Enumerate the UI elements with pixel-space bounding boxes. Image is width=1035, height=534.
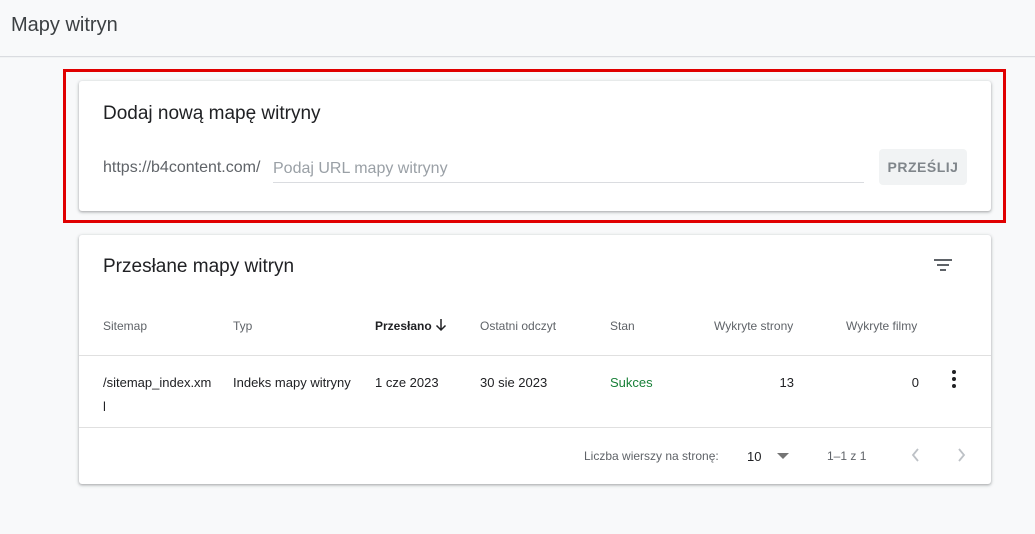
column-header-type[interactable]: Typ bbox=[233, 319, 252, 333]
cell-type: Indeks mapy witryny bbox=[233, 375, 351, 390]
url-prefix: https://b4content.com/ bbox=[103, 159, 261, 176]
pagination-range: 1–1 z 1 bbox=[827, 449, 867, 463]
column-header-pages[interactable]: Wykryte strony bbox=[714, 319, 793, 333]
filter-icon[interactable] bbox=[932, 256, 954, 274]
cell-status: Sukces bbox=[610, 375, 653, 390]
cell-pages: 13 bbox=[779, 375, 794, 390]
column-header-last-read[interactable]: Ostatni odczyt bbox=[480, 319, 556, 333]
column-header-videos[interactable]: Wykryte filmy bbox=[846, 319, 917, 333]
arrow-down-icon bbox=[435, 319, 447, 332]
chevron-right-icon[interactable] bbox=[953, 446, 969, 464]
column-header-sitemap[interactable]: Sitemap bbox=[103, 319, 147, 333]
cell-submitted: 1 cze 2023 bbox=[375, 375, 439, 390]
cell-last-read: 30 sie 2023 bbox=[480, 375, 548, 390]
row-divider bbox=[79, 427, 991, 428]
rows-per-page-label: Liczba wierszy na stronę: bbox=[584, 449, 719, 463]
page-title: Mapy witryn bbox=[11, 14, 118, 36]
column-header-submitted[interactable]: Przesłano bbox=[375, 319, 432, 333]
page-header: Mapy witryn bbox=[0, 0, 1035, 57]
submitted-sitemaps-card: Przesłane mapy witryn Sitemap Typ Przesł… bbox=[79, 235, 991, 484]
row-divider bbox=[79, 355, 991, 356]
cell-videos: 0 bbox=[911, 375, 919, 390]
rows-per-page-value: 10 bbox=[747, 448, 762, 464]
sitemap-url-input[interactable] bbox=[273, 155, 864, 183]
chevron-left-icon[interactable] bbox=[908, 446, 924, 464]
submit-button[interactable]: PRZEŚLIJ bbox=[879, 149, 967, 185]
rows-per-page-select[interactable]: 10 bbox=[747, 445, 793, 467]
cell-sitemap[interactable]: /sitemap_index.xml bbox=[103, 371, 213, 419]
add-sitemap-card: Dodaj nową mapę witryny https://b4conten… bbox=[79, 81, 991, 211]
caret-down-icon bbox=[777, 453, 789, 459]
column-header-status[interactable]: Stan bbox=[610, 319, 635, 333]
add-sitemap-title: Dodaj nową mapę witryny bbox=[103, 103, 321, 124]
submitted-sitemaps-title: Przesłane mapy witryn bbox=[103, 256, 295, 277]
more-vert-icon[interactable] bbox=[949, 369, 959, 389]
